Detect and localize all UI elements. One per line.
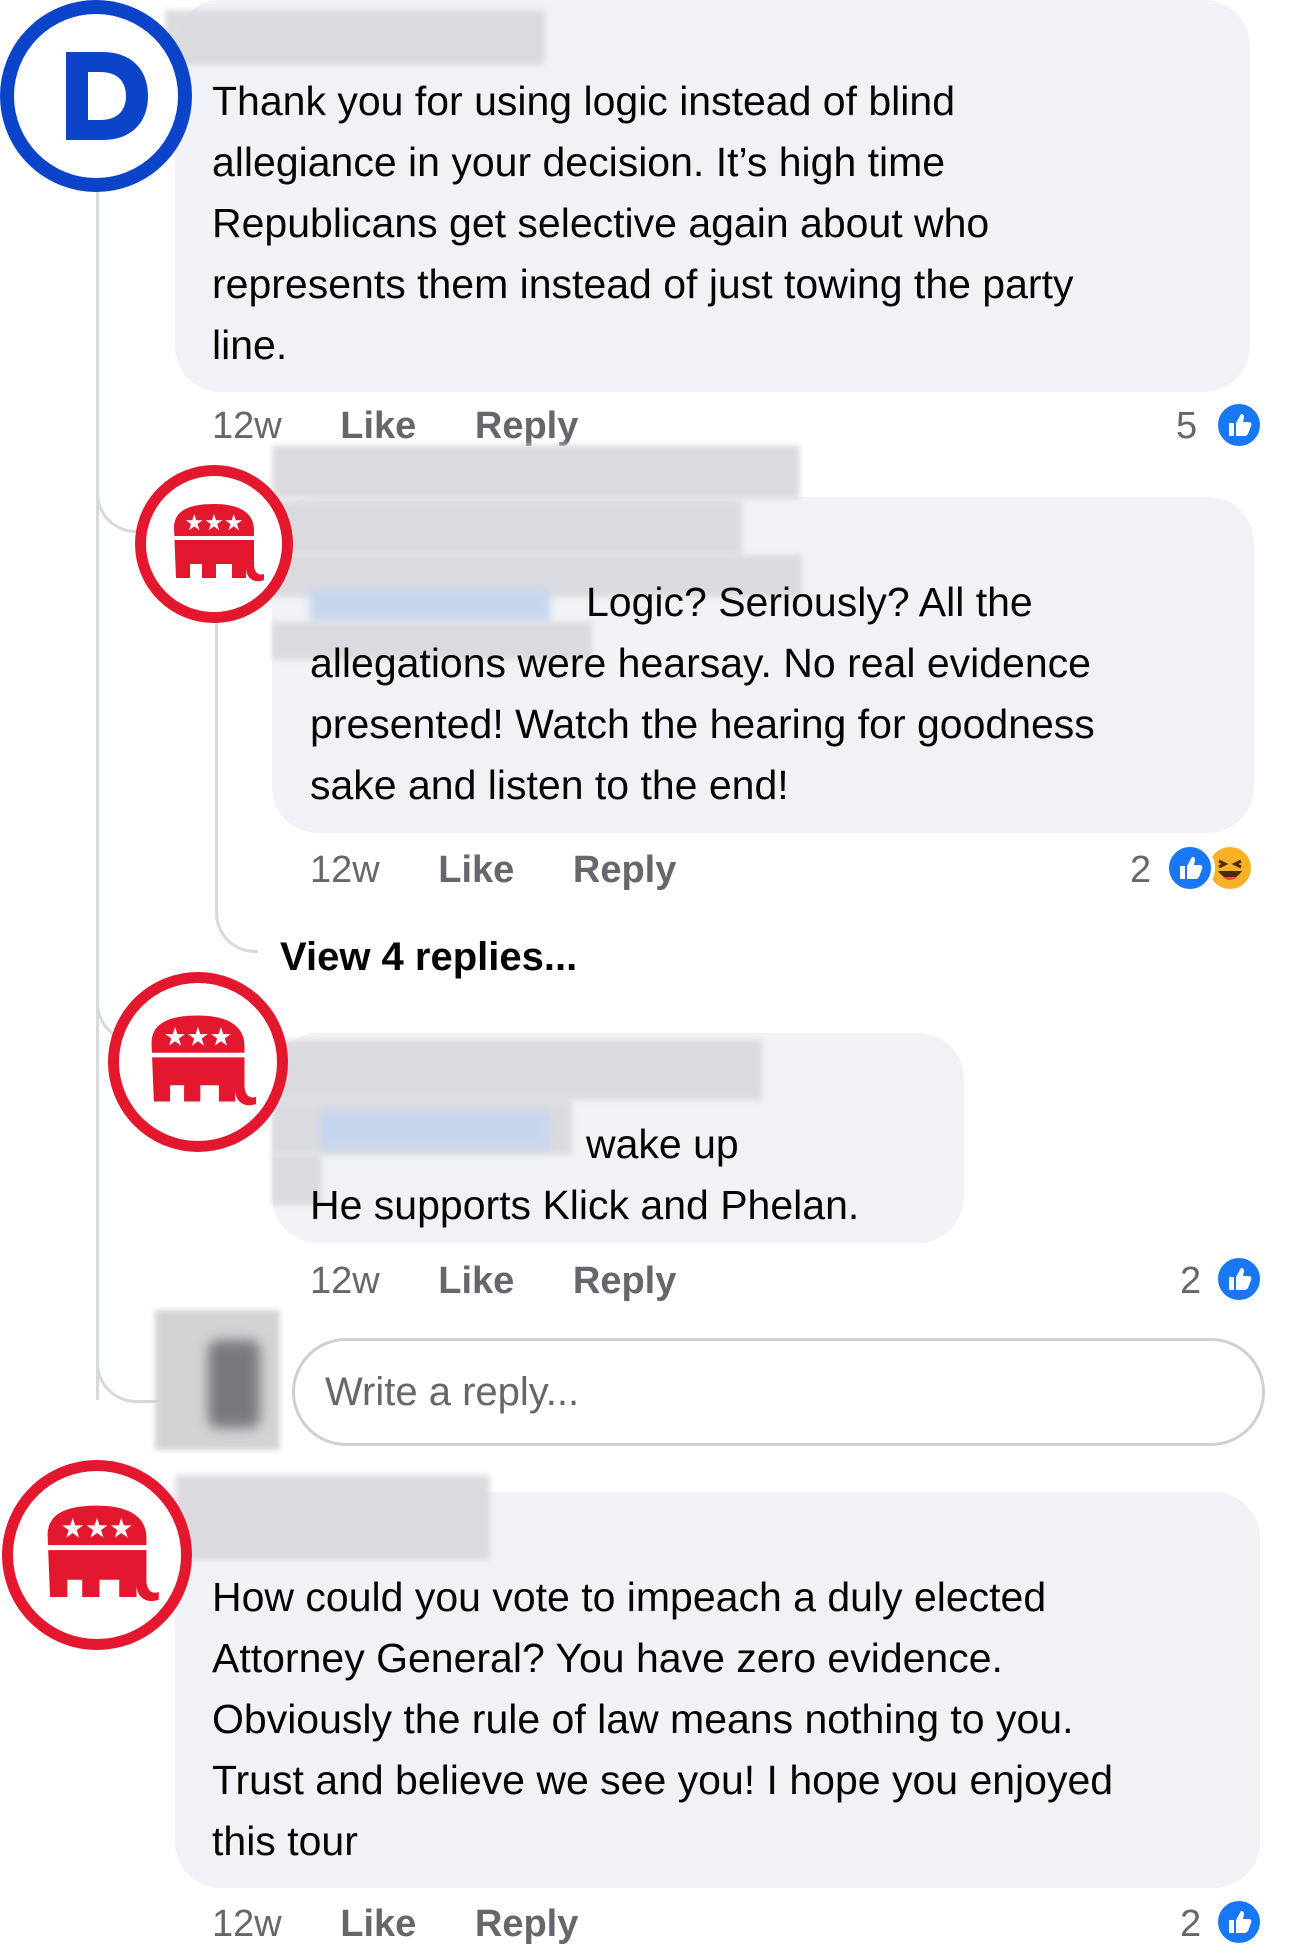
like-button[interactable]: Like [340,1903,416,1945]
avatar-republican[interactable]: ★★★ [108,972,288,1152]
redacted-author-name [272,445,800,499]
avatar-republican[interactable]: ★★★ [135,465,293,623]
reply-input[interactable] [295,1341,1262,1443]
comment-meta: 12w Like Reply [212,1903,578,1946]
redacted-author-name [165,10,545,65]
reply-button[interactable]: Reply [573,1260,676,1302]
like-button[interactable]: Like [340,405,416,447]
reply-meta: 12w Like Reply [310,849,676,892]
like-button[interactable]: Like [438,1260,514,1302]
republican-elephant-icon: ★★★ [151,1015,257,1106]
reaction-count[interactable]: 2 [1130,849,1151,892]
redacted-author-name [272,500,742,555]
like-button[interactable]: Like [438,849,514,891]
thumbs-up-icon [1214,1897,1264,1947]
timestamp: 12w [212,1903,282,1945]
comment-meta: 12w Like Reply [212,405,578,448]
thumbs-up-icon [1214,1254,1264,1304]
thumbs-up-icon [1214,400,1264,450]
svg-text:★★★: ★★★ [60,1514,133,1545]
thread-line-main [96,190,101,1400]
democrat-logo-icon [66,52,148,140]
view-replies-link[interactable]: View 4 replies... [280,935,577,980]
reply-button[interactable]: Reply [573,849,676,891]
reaction-count[interactable]: 5 [1176,405,1197,448]
timestamp: 12w [212,405,282,447]
comment-text: Thank you for using logic instead of bli… [212,78,1074,368]
comment-meta: 12w Like Reply [310,1260,676,1303]
redacted-author-name [272,1040,762,1100]
republican-elephant-icon: ★★★ [47,1505,159,1602]
avatar-republican[interactable]: ★★★ [2,1460,192,1650]
current-user-avatar-shape [208,1340,260,1428]
thread-line-sub [215,610,258,953]
svg-text:★★★: ★★★ [184,511,243,536]
reply-button[interactable]: Reply [475,1903,578,1945]
avatar-democrat[interactable] [0,0,192,192]
timestamp: 12w [310,1260,380,1302]
comment-text: wake up He supports Klick and Phelan. [310,1121,860,1228]
thread-connector-3 [96,1320,159,1403]
comment-text: How could you vote to impeach a duly ele… [212,1574,1114,1864]
reaction-count[interactable]: 2 [1180,1260,1201,1303]
svg-text:★★★: ★★★ [164,1023,233,1053]
republican-elephant-icon: ★★★ [174,504,264,582]
thumbs-up-icon [1165,843,1215,893]
reply-input-box[interactable] [292,1338,1265,1446]
redacted-author-name [175,1475,490,1560]
reply-text: Logic? Seriously? All the allegations we… [310,579,1095,808]
reply-button[interactable]: Reply [475,405,578,447]
timestamp: 12w [310,849,380,891]
reaction-count[interactable]: 2 [1180,1903,1201,1946]
